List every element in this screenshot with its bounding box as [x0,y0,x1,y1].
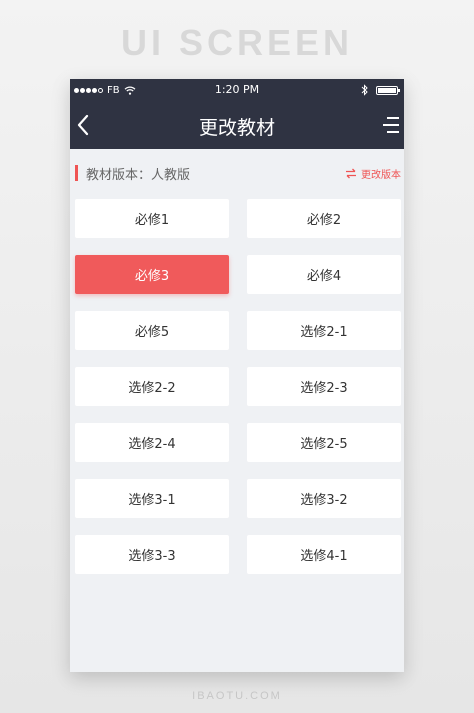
nav-bar: 更改教材 [70,101,404,149]
option-button[interactable]: 必修3 [75,255,229,294]
option-button[interactable]: 必修5 [75,311,229,350]
battery-icon [376,85,400,95]
option-button[interactable]: 必修2 [247,199,401,238]
option-button[interactable]: 必修1 [75,199,229,238]
showcase-title: UI SCREEN [120,22,354,63]
version-label: 教材版本：人教版 [86,168,191,183]
page-title: 更改教材 [198,117,275,139]
version-accent-bar [75,165,78,181]
menu-icon [383,117,399,133]
change-version-label: 更改版本 [361,170,401,181]
status-right [361,84,400,96]
menu-button[interactable] [382,115,400,135]
swap-arrows-icon [346,168,356,179]
phone-screen: FB 1:20 PM 更改教材 教材版本：人教版 更改版本 必修1 必修2 必修… [70,79,404,672]
footer-watermark: IBAOTU.COM [192,690,282,702]
bluetooth-icon [361,84,368,96]
option-button[interactable]: 选修3-1 [75,479,229,518]
option-button[interactable]: 选修2-2 [75,367,229,406]
option-button[interactable]: 必修4 [247,255,401,294]
option-button[interactable]: 选修4-1 [247,535,401,574]
option-button[interactable]: 选修2-1 [247,311,401,350]
status-time: 1:20 PM [214,83,260,96]
option-button[interactable]: 选修2-4 [75,423,229,462]
option-button[interactable]: 选修2-5 [247,423,401,462]
option-button[interactable]: 选修2-3 [247,367,401,406]
version-row: 教材版本：人教版 更改版本 [70,161,404,183]
option-button[interactable]: 选修3-2 [247,479,401,518]
battery-fill [378,87,396,93]
option-button[interactable]: 选修3-3 [75,535,229,574]
textbook-option-grid: 必修1 必修2 必修3 必修4 必修5 选修2-1 选修2-2 选修2-3 选修2-4 选修2-5… [75,199,402,574]
status-bar: FB 1:20 PM [70,79,404,101]
change-version-button[interactable]: 更改版本 [345,166,401,181]
